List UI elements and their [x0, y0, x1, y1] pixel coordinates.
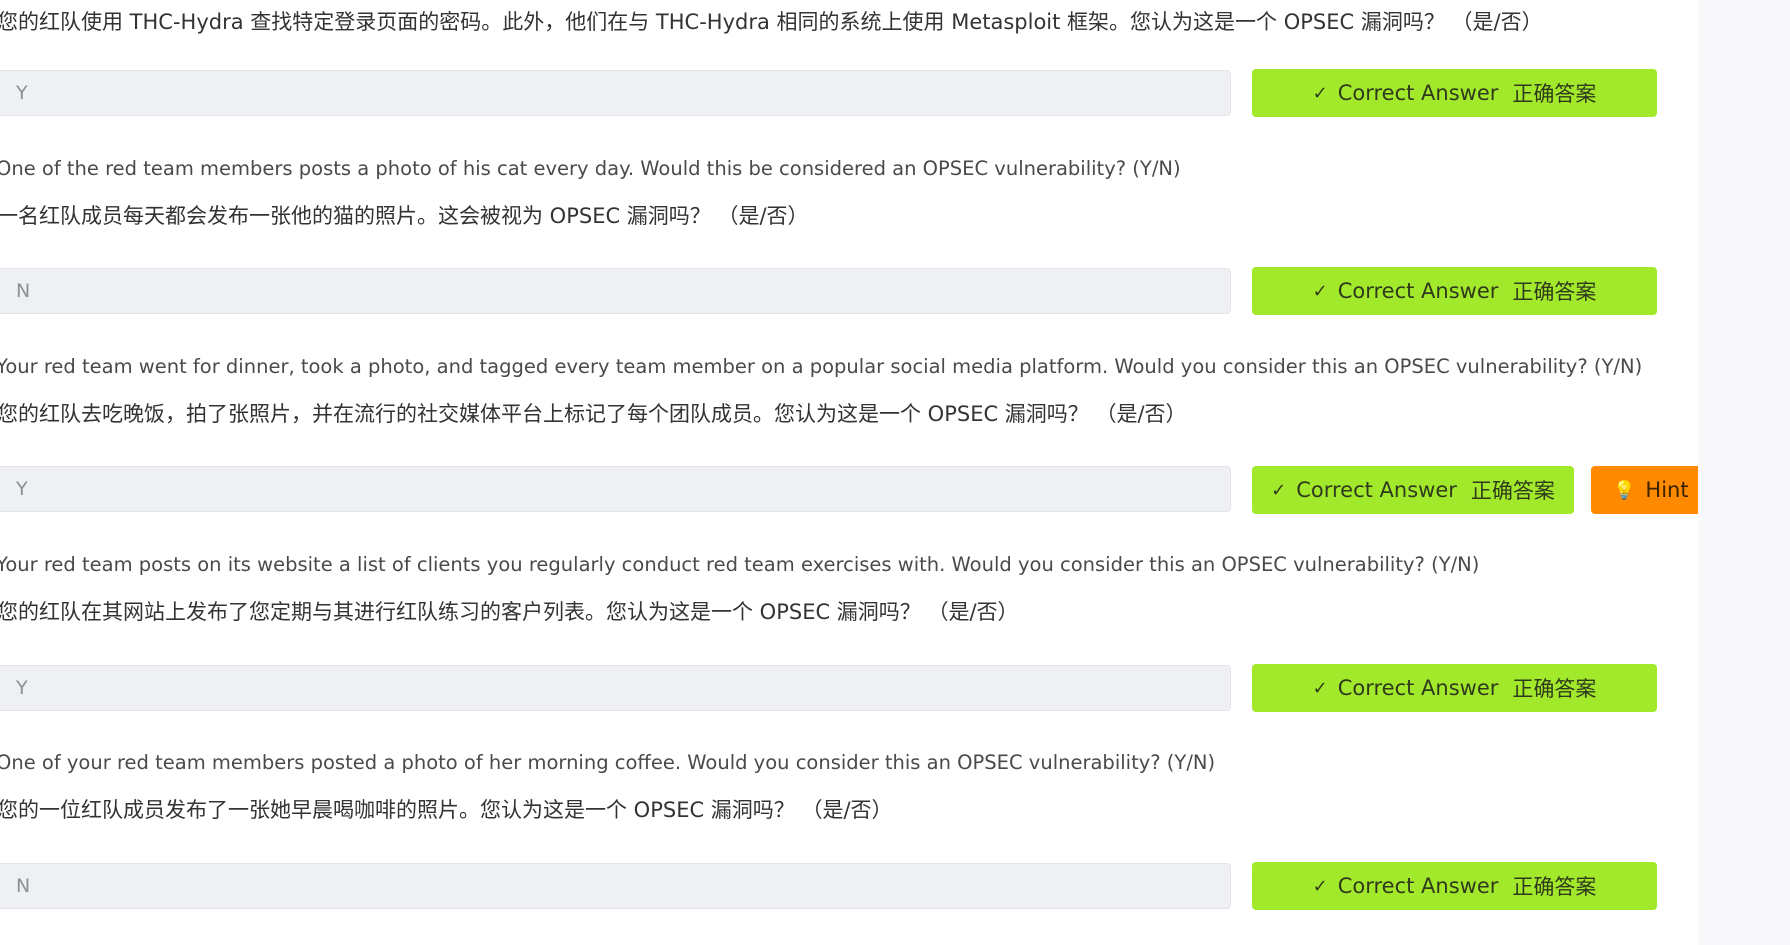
lightbulb-icon: 💡: [1613, 479, 1636, 501]
question-4-answer-input[interactable]: Y: [0, 665, 1231, 711]
correct-answer-label: Correct Answer: [1337, 874, 1499, 898]
question-3-hint-button[interactable]: 💡 Hint: [1591, 466, 1698, 514]
checkmark-icon: ✓: [1312, 677, 1328, 699]
correct-answer-label: Correct Answer: [1337, 81, 1499, 105]
correct-answer-label-zh: 正确答案: [1512, 280, 1597, 304]
checkmark-icon: ✓: [1271, 479, 1287, 501]
question-4-correct-answer-button[interactable]: ✓ Correct Answer 正确答案: [1252, 664, 1657, 712]
question-4-chinese: 您的红队在其网站上发布了您定期与其进行红队练习的客户列表。您认为这是一个 OPS…: [0, 600, 1019, 624]
correct-answer-label-zh: 正确答案: [1512, 82, 1597, 106]
correct-answer-label: Correct Answer: [1337, 279, 1499, 303]
task-content: 您的红队使用 THC-Hydra 查找特定登录页面的密码。此外，他们在与 THC…: [0, 0, 1698, 945]
correct-answer-label-zh: 正确答案: [1470, 479, 1555, 503]
question-3-chinese: 您的红队去吃晚饭，拍了张照片，并在流行的社交媒体平台上标记了每个团队成员。您认为…: [0, 402, 1187, 426]
checkmark-icon: ✓: [1312, 82, 1328, 104]
question-1-answer-input[interactable]: Y: [0, 70, 1231, 116]
question-2-chinese: 一名红队成员每天都会发布一张他的猫的照片。这会被视为 OPSEC 漏洞吗？ （是…: [0, 204, 809, 228]
checkmark-icon: ✓: [1312, 280, 1328, 302]
question-5-english: One of your red team members posted a ph…: [0, 751, 1216, 774]
correct-answer-label-zh: 正确答案: [1512, 875, 1597, 899]
question-2-answer-input[interactable]: N: [0, 268, 1231, 314]
hint-label: Hint: [1645, 478, 1689, 502]
question-4-english: Your red team posts on its website a lis…: [0, 553, 1480, 576]
question-2-english: One of the red team members posts a phot…: [0, 157, 1181, 180]
question-5-answer-input[interactable]: N: [0, 863, 1231, 909]
question-3-english: Your red team went for dinner, took a ph…: [0, 355, 1643, 378]
question-3-answer-input[interactable]: Y: [0, 466, 1231, 512]
question-1-correct-answer-button[interactable]: ✓ Correct Answer 正确答案: [1252, 69, 1657, 117]
question-5-chinese: 您的一位红队成员发布了一张她早晨喝咖啡的照片。您认为这是一个 OPSEC 漏洞吗…: [0, 798, 893, 822]
correct-answer-label: Correct Answer: [1296, 478, 1457, 502]
correct-answer-label: Correct Answer: [1337, 676, 1499, 700]
correct-answer-label-zh: 正确答案: [1512, 677, 1597, 701]
checkmark-icon: ✓: [1312, 875, 1328, 897]
question-3-correct-answer-button[interactable]: ✓ Correct Answer 正确答案: [1252, 466, 1574, 514]
question-1-chinese: 您的红队使用 THC-Hydra 查找特定登录页面的密码。此外，他们在与 THC…: [0, 10, 1543, 34]
question-5-correct-answer-button[interactable]: ✓ Correct Answer 正确答案: [1252, 862, 1657, 910]
question-2-correct-answer-button[interactable]: ✓ Correct Answer 正确答案: [1252, 267, 1657, 315]
page-side-gutter: [1698, 0, 1790, 945]
